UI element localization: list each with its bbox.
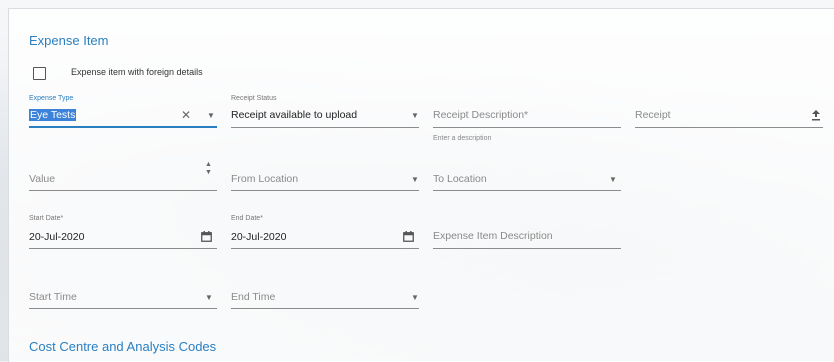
receipt-description-underline bbox=[433, 127, 621, 128]
from-location-field[interactable]: From Location ▼ bbox=[231, 161, 419, 201]
expense-type-field[interactable]: Expense Type Eye Tests ✕ ▼ bbox=[29, 95, 217, 135]
start-date-field[interactable]: Start Date* 20-Jul-2020 bbox=[29, 215, 217, 255]
chevron-down-icon[interactable]: ▼ bbox=[207, 111, 215, 120]
receipt-description-placeholder: Receipt Description* bbox=[433, 109, 529, 121]
receipt-status-label: Receipt Status bbox=[231, 95, 277, 102]
chevron-down-icon[interactable]: ▼ bbox=[411, 175, 419, 184]
start-time-placeholder: Start Time bbox=[29, 291, 77, 303]
to-location-underline bbox=[433, 190, 621, 191]
section-title-expense-item: Expense Item bbox=[29, 33, 109, 48]
item-description-placeholder: Expense Item Description bbox=[433, 230, 553, 242]
expense-type-label: Expense Type bbox=[29, 95, 74, 102]
from-location-placeholder: From Location bbox=[231, 173, 299, 185]
end-date-value: 20-Jul-2020 bbox=[231, 231, 287, 243]
from-location-underline bbox=[231, 190, 419, 191]
receipt-description-hint: Enter a description bbox=[433, 135, 492, 142]
expense-type-underline bbox=[29, 126, 217, 128]
to-location-field[interactable]: To Location ▼ bbox=[433, 161, 621, 201]
start-date-value: 20-Jul-2020 bbox=[29, 231, 85, 243]
start-time-underline bbox=[29, 308, 217, 309]
value-underline bbox=[29, 190, 217, 191]
end-time-placeholder: End Time bbox=[231, 291, 276, 303]
foreign-details-checkbox-label: Expense item with foreign details bbox=[71, 67, 203, 77]
end-time-field[interactable]: End Time ▼ bbox=[231, 281, 419, 321]
expense-item-form: Expense Item Expense item with foreign d… bbox=[8, 8, 834, 362]
chevron-down-icon[interactable]: ▼ bbox=[609, 175, 617, 184]
receipt-status-value: Receipt available to upload bbox=[231, 109, 358, 121]
chevron-down-icon[interactable]: ▼ bbox=[411, 111, 419, 120]
item-description-underline bbox=[433, 248, 621, 249]
item-description-field[interactable]: Expense Item Description bbox=[433, 215, 621, 255]
end-date-underline bbox=[231, 248, 419, 249]
chevron-down-icon[interactable]: ▼ bbox=[205, 293, 213, 302]
foreign-details-checkbox[interactable] bbox=[33, 67, 46, 80]
clear-icon[interactable]: ✕ bbox=[181, 108, 191, 122]
receipt-status-field[interactable]: Receipt Status Receipt available to uplo… bbox=[231, 95, 419, 135]
end-date-label: End Date* bbox=[231, 215, 263, 222]
receipt-placeholder: Receipt bbox=[635, 109, 671, 121]
end-date-field[interactable]: End Date* 20-Jul-2020 bbox=[231, 215, 419, 255]
upload-icon[interactable] bbox=[811, 110, 821, 121]
receipt-description-field[interactable]: Receipt Description* Enter a description bbox=[433, 95, 621, 145]
calendar-icon[interactable] bbox=[403, 231, 414, 242]
receipt-status-underline bbox=[231, 127, 419, 128]
expense-type-value[interactable]: Eye Tests bbox=[29, 109, 77, 121]
start-date-label: Start Date* bbox=[29, 215, 64, 222]
start-time-field[interactable]: Start Time ▼ bbox=[29, 281, 217, 321]
to-location-placeholder: To Location bbox=[433, 173, 487, 185]
calendar-icon[interactable] bbox=[201, 231, 212, 242]
chevron-down-icon[interactable]: ▼ bbox=[411, 293, 419, 302]
end-time-underline bbox=[231, 308, 419, 309]
value-placeholder: Value bbox=[29, 173, 56, 185]
section-title-cost-centre: Cost Centre and Analysis Codes bbox=[29, 339, 217, 354]
receipt-underline bbox=[635, 127, 823, 128]
start-date-underline bbox=[29, 248, 217, 249]
receipt-upload-field[interactable]: Receipt bbox=[635, 95, 823, 135]
number-stepper[interactable]: ▲ ▼ bbox=[205, 161, 212, 177]
value-field[interactable]: Value ▲ ▼ bbox=[29, 161, 217, 201]
